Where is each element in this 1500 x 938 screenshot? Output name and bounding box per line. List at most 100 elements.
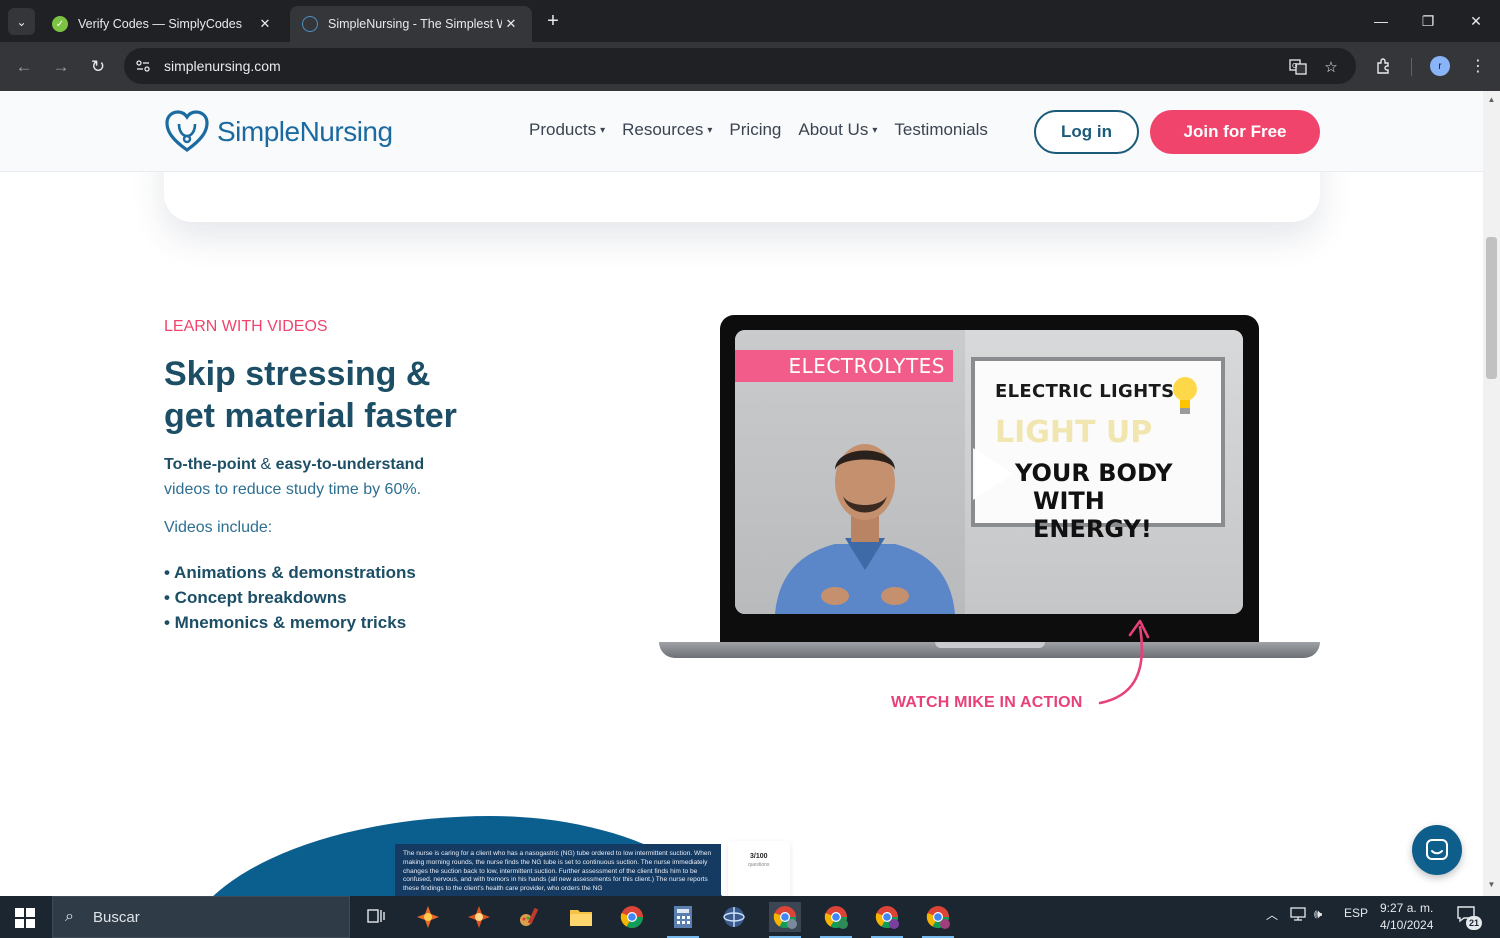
presenter-image [775,444,955,614]
lead-rest: videos to reduce study time by 60%. [164,481,422,498]
board-line-3a: YOUR BODY [1015,459,1173,487]
lead-bold-2: easy-to-understand [275,456,425,473]
network-app-icon[interactable] [718,902,750,932]
notification-center-icon[interactable]: 21 [1456,905,1482,930]
browser-toolbar: ← → ↻ simplenursing.com G ☆ r ⋮ [0,42,1500,91]
tab-title: Verify Codes — SimplyCodes [78,17,242,31]
lead-amp: & [256,456,276,473]
chrome-profile-e-icon[interactable] [820,902,852,938]
caret-down-icon: ▾ [600,125,606,137]
new-tab-button[interactable]: + [541,9,565,33]
translate-icon[interactable]: G [1287,56,1309,78]
site-settings-icon[interactable] [134,57,152,75]
section-eyebrow: LEARN WITH VIDEOS [164,318,328,335]
chat-launcher-button[interactable] [1412,825,1462,875]
tab-search-button[interactable]: ⌄ [8,8,35,35]
nav-label: Products [529,120,597,139]
main-nav: Products ▾ Resources ▾ Pricing About Us ▾ T… [529,120,988,140]
web-page: SimpleNursing Products ▾ Resources ▾ Prici… [0,91,1483,896]
site-logo[interactable]: SimpleNursing [163,108,393,156]
game-app-icon[interactable] [463,902,495,932]
show-hidden-icons[interactable]: ︿ [1266,906,1278,923]
profile-avatar[interactable]: r [1430,56,1450,76]
task-view-icon[interactable] [360,902,392,932]
svg-text:G: G [1292,62,1297,70]
section-lead: To-the-point & easy-to-understand videos… [164,452,504,502]
headline-line-2: get material faster [164,397,457,435]
taskbar-search-input[interactable]: ⌕ Buscar [52,896,350,938]
chrome-profile-w-icon[interactable] [871,902,903,938]
search-icon: ⌕ [65,908,74,925]
windows-taskbar: ⌕ Buscar ︿ 🕪 ESP 9:27 a. m. 4/10/2024 21 [0,896,1500,938]
page-scrollbar[interactable]: ▲ ▼ [1483,91,1500,896]
notification-count-badge: 21 [1466,916,1482,930]
chrome-profile-r-icon[interactable] [769,902,801,938]
board-line-2: LIGHT UP [995,415,1153,450]
window-close-icon[interactable]: ✕ [1453,0,1499,42]
scroll-down-icon[interactable]: ▼ [1486,880,1497,892]
tab-close-icon[interactable]: ✕ [502,16,520,32]
extensions-icon[interactable] [1372,54,1396,78]
nav-item-products[interactable]: Products ▾ [529,120,605,140]
simplycodes-favicon-icon: ✓ [52,16,68,32]
chat-icon [1426,839,1448,860]
address-bar[interactable]: simplenursing.com G ☆ [124,48,1356,84]
nav-item-about-us[interactable]: About Us ▾ [798,120,877,140]
scroll-thumb[interactable] [1486,237,1497,379]
nav-item-pricing[interactable]: Pricing [729,120,781,140]
back-arrow-icon[interactable]: ← [11,54,37,80]
windows-start-icon[interactable] [14,907,36,929]
site-header: SimpleNursing Products ▾ Resources ▾ Prici… [0,91,1483,172]
question-counter-card: 3/100 questions [728,841,790,896]
tab-verify-codes[interactable]: ✓ Verify Codes — SimplyCodes ✕ [40,6,286,42]
simplenursing-favicon-icon [302,16,318,32]
nav-label: Testimonials [894,120,988,139]
calculator-icon[interactable] [667,902,699,938]
scroll-up-icon[interactable]: ▲ [1486,95,1497,107]
section-headline: Skip stressing & get material faster [164,353,457,437]
browser-menu-icon[interactable]: ⋮ [1466,54,1490,78]
game-app-icon[interactable] [412,902,444,932]
tab-close-icon[interactable]: ✕ [256,16,274,32]
chrome-icon[interactable] [616,902,648,932]
clock-time: 9:27 a. m. [1380,901,1434,915]
list-item: • Mnemonics & memory tricks [164,613,407,632]
whiteboard-graphic: ELECTRIC LIGHTS LIGHT UP YOUR BODY WITH … [971,357,1225,543]
nav-label: Pricing [729,120,782,139]
reload-icon[interactable]: ↻ [85,54,111,80]
file-explorer-icon[interactable] [565,902,597,932]
caret-down-icon: ▾ [707,125,713,137]
tab-simplenursing[interactable]: SimpleNursing - The Simplest W ✕ [290,6,532,42]
caret-down-icon: ▾ [872,125,878,137]
language-indicator[interactable]: ESP [1344,906,1368,920]
forward-arrow-icon[interactable]: → [48,54,74,80]
network-icon[interactable] [1289,906,1307,925]
paint-app-icon[interactable] [514,902,546,932]
login-button[interactable]: Log in [1034,110,1139,154]
headline-line-1: Skip stressing & [164,355,431,393]
lead-bold-1: To-the-point [164,456,257,473]
laptop-frame: ELECTROLYTES ELECTRIC LIGHTS LIGHT UP YO… [720,315,1259,645]
clock-date: 4/10/2024 [1380,918,1434,932]
chrome-profile-r2-icon[interactable] [922,902,954,938]
minimize-icon[interactable]: — [1358,0,1404,42]
board-line-3: YOUR BODY WITH ENERGY! [1015,459,1221,543]
question-preview-card: The nurse is caring for a client who has… [395,844,721,896]
logo-text: SimpleNursing [217,116,393,147]
board-line-3b: WITH ENERGY! [1033,487,1152,543]
join-for-free-button[interactable]: Join for Free [1150,110,1320,154]
bookmark-star-icon[interactable]: ☆ [1320,56,1342,78]
nav-item-resources[interactable]: Resources ▾ [622,120,712,140]
restore-icon[interactable]: ❐ [1405,0,1451,42]
nav-item-testimonials[interactable]: Testimonials [894,120,988,140]
lightbulb-icon [1173,377,1197,414]
video-player[interactable]: ELECTROLYTES ELECTRIC LIGHTS LIGHT UP YO… [735,330,1243,614]
browser-tab-bar: ⌄ ✓ Verify Codes — SimplyCodes ✕ SimpleN… [0,0,1500,42]
system-clock[interactable]: 9:27 a. m. 4/10/2024 [1380,900,1433,934]
play-icon[interactable] [973,448,1013,500]
laptop-notch [935,642,1045,648]
volume-icon[interactable]: 🕪 [1314,906,1322,922]
watch-caption[interactable]: WATCH MIKE IN ACTION [891,694,1083,712]
feature-list: • Animations & demonstrations • Concept … [164,560,416,635]
search-placeholder: Buscar [93,909,140,926]
